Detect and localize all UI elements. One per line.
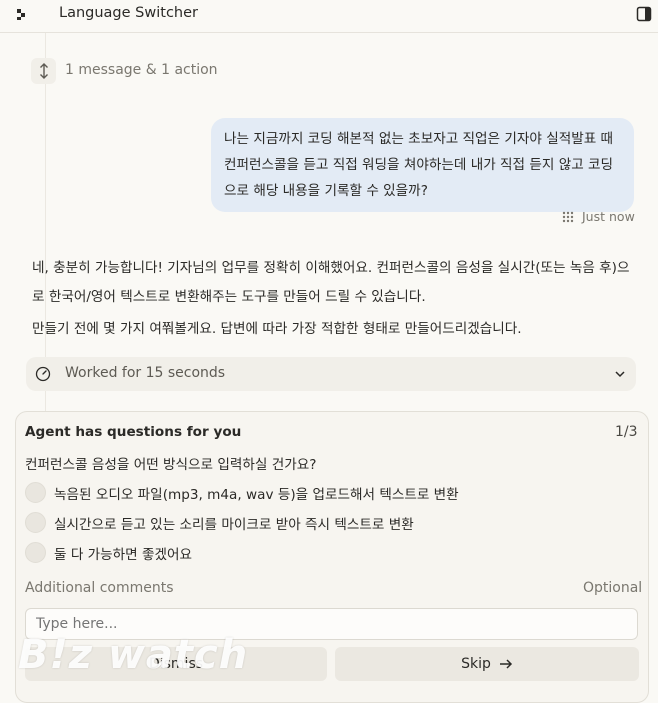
option-both[interactable]: 둘 다 가능하면 좋겠어요 — [25, 542, 625, 566]
grid-dots-icon[interactable] — [562, 211, 574, 223]
worked-duration-toggle[interactable]: Worked for 15 seconds — [26, 357, 636, 391]
option-realtime-mic[interactable]: 실시간으로 듣고 있는 소리를 마이크로 받아 즉시 텍스트로 변환 — [25, 512, 625, 536]
radio-button[interactable] — [25, 512, 46, 533]
arrow-right-icon — [499, 659, 512, 669]
expand-messages-button[interactable] — [31, 58, 56, 84]
skip-label: Skip — [461, 656, 491, 672]
chevron-down-icon — [615, 371, 625, 378]
question-text: 컨퍼런스콜 음성을 어떤 방식으로 입력하실 건가요? — [25, 457, 317, 473]
user-message-bubble: 나는 지금까지 코딩 해본적 없는 초보자고 직업은 기자야 실적발표 때 컨퍼… — [211, 118, 634, 212]
comments-label: Additional comments — [25, 580, 174, 596]
message-timestamp: Just now — [582, 209, 635, 224]
option-upload-file[interactable]: 녹음된 오디오 파일(mp3, m4a, wav 등)을 업로드해서 텍스트로 … — [25, 482, 625, 506]
option-label: 둘 다 가능하면 좋겠어요 — [54, 547, 193, 563]
comments-optional-tag: Optional — [583, 580, 643, 596]
worked-label: Worked for 15 seconds — [65, 365, 226, 381]
question-counter: 1/3 — [615, 424, 638, 440]
app-title: Language Switcher — [59, 5, 198, 21]
card-title: Agent has questions for you — [25, 424, 242, 440]
radio-button[interactable] — [25, 542, 46, 563]
app-logo-icon — [17, 9, 25, 20]
assistant-paragraph: 만들기 전에 몇 가지 여쭤볼게요. 답변에 따라 가장 적합한 형태로 만들어… — [32, 321, 522, 337]
radio-button[interactable] — [25, 482, 46, 503]
sidebar-toggle-icon[interactable] — [636, 6, 652, 22]
expand-vertical-icon — [39, 63, 48, 79]
option-label: 실시간으로 듣고 있는 소리를 마이크로 받아 즉시 텍스트로 변환 — [54, 517, 414, 533]
watermark-logo: B!z watch — [18, 632, 249, 678]
gauge-icon — [35, 366, 51, 382]
option-label: 녹음된 오디오 파일(mp3, m4a, wav 등)을 업로드해서 텍스트로 … — [54, 487, 459, 503]
assistant-paragraph: 네, 충분히 가능합니다! 기자님의 업무를 정확히 이해했어요. 컨퍼런스콜의… — [32, 260, 630, 305]
skip-button[interactable]: Skip — [335, 647, 639, 681]
collapsed-group-label[interactable]: 1 message & 1 action — [65, 62, 218, 78]
